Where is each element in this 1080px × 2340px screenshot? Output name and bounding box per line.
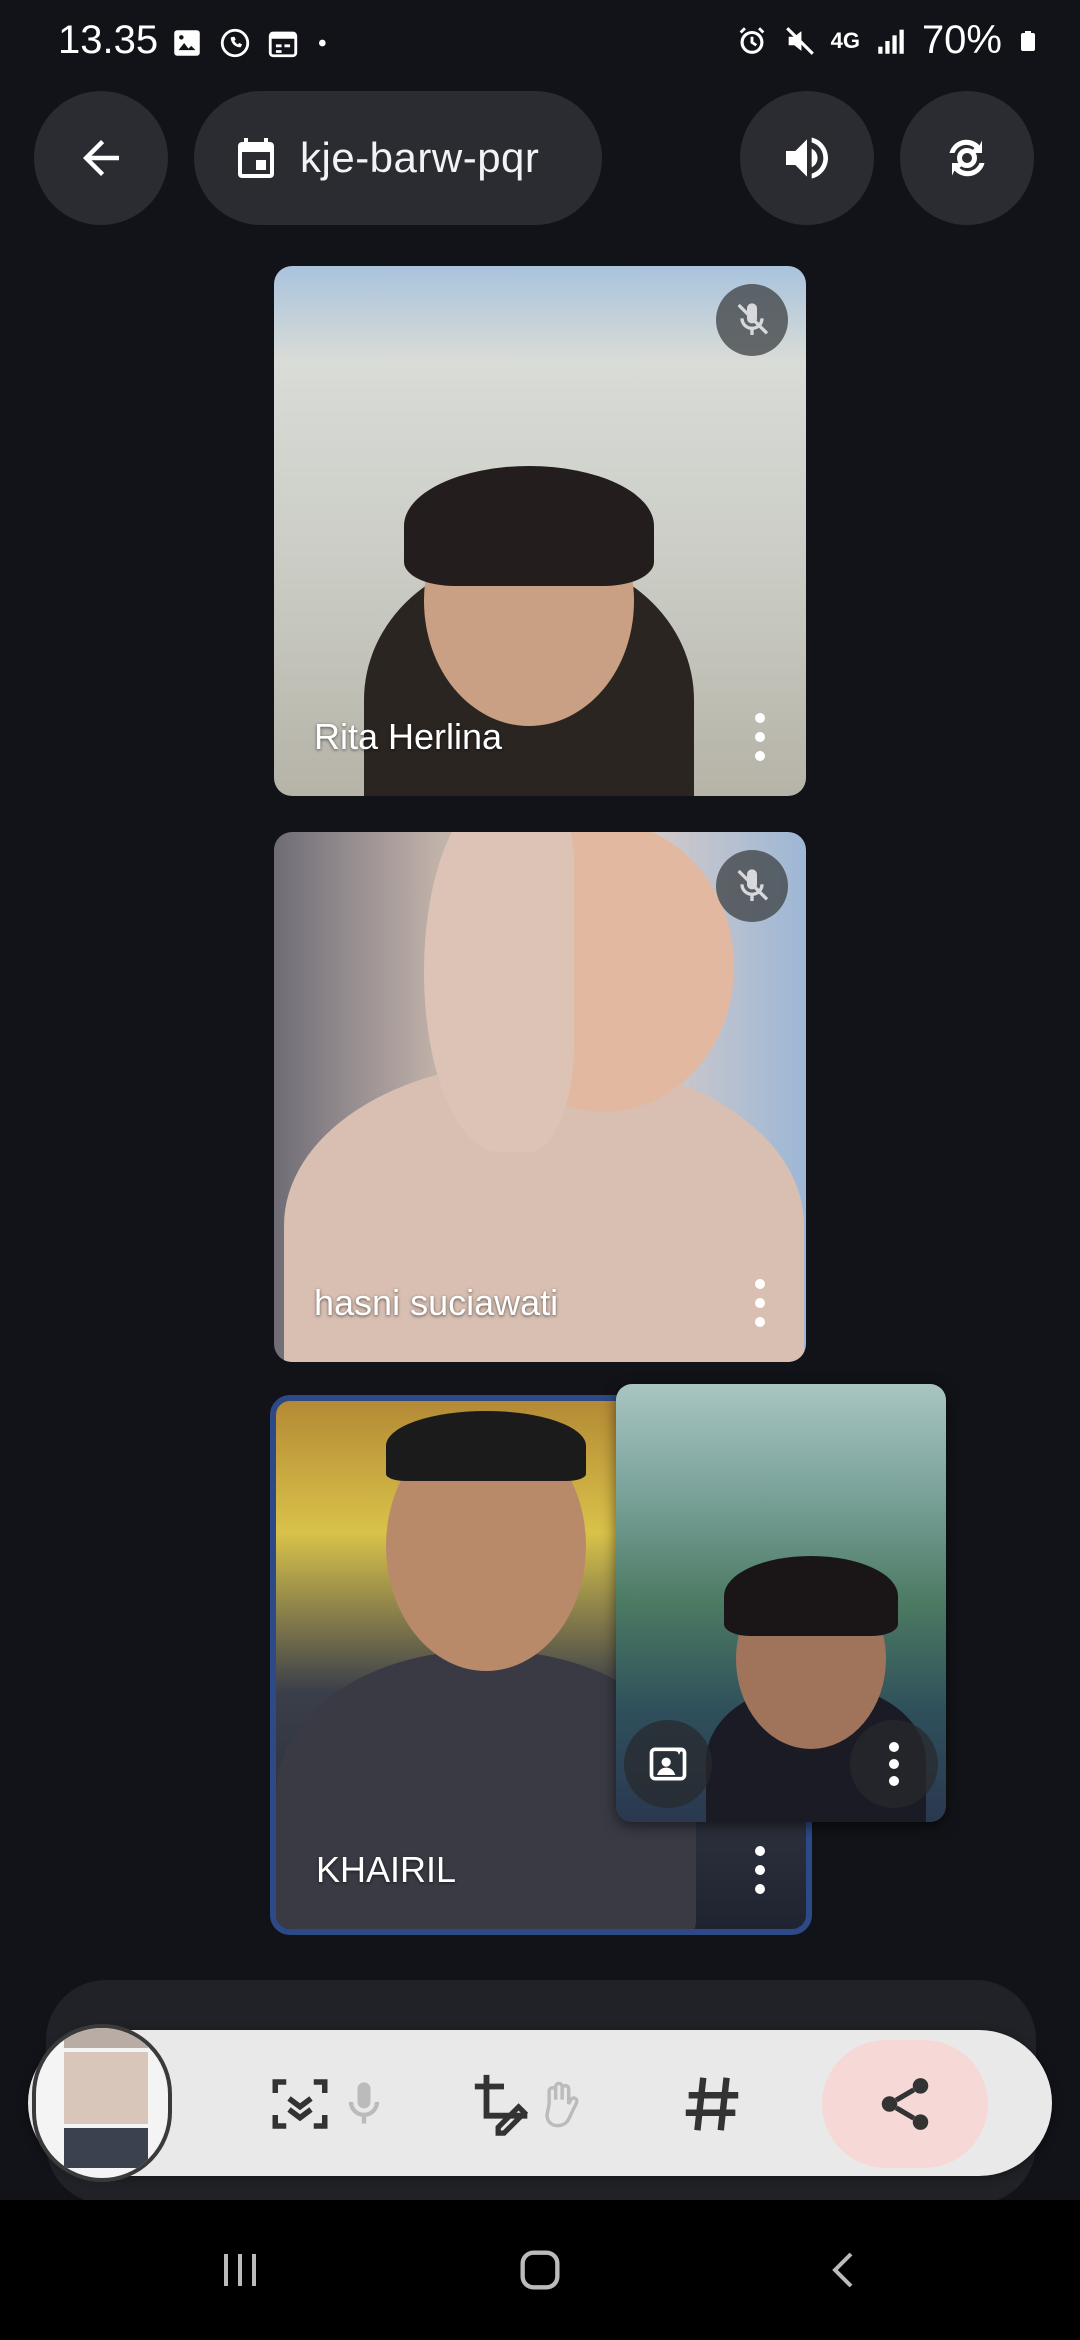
self-hair: [724, 1556, 898, 1636]
share-icon: [881, 2078, 929, 2130]
hashtag-button[interactable]: [670, 2062, 754, 2146]
participant-tile[interactable]: Rita Herlina: [274, 266, 806, 796]
calendar-icon: [238, 138, 274, 178]
hashtag-icon: [685, 2077, 739, 2131]
camera-flip-icon: [949, 139, 985, 177]
battery-icon: [1021, 30, 1035, 51]
more-options-icon[interactable]: [754, 1845, 766, 1895]
whatsapp-icon: [220, 28, 250, 58]
switch-camera-button[interactable]: [900, 91, 1034, 225]
raise-hand-behind: [518, 2062, 602, 2146]
participant-name: hasni suciawati: [314, 1282, 559, 1323]
signal-icon: [878, 29, 904, 54]
thumbnail-strip-mid: [64, 2052, 148, 2124]
status-right: 4G 70%: [735, 18, 1040, 63]
calendar-notif-icon: [268, 31, 298, 58]
recent-apps-button[interactable]: [210, 2242, 270, 2298]
network-type: 4G: [830, 27, 860, 53]
notification-icons: [170, 26, 334, 60]
back-nav-button[interactable]: [815, 2242, 875, 2298]
more-options-icon[interactable]: [754, 1278, 766, 1328]
mic-icon: [348, 2082, 380, 2124]
status-bar: 13.35 4G 70%: [0, 0, 1080, 84]
participant-tile[interactable]: hasni suciawati: [274, 832, 806, 1362]
participant-name: Rita Herlina: [314, 716, 503, 757]
meeting-info-pill[interactable]: kje-barw-pqr: [194, 91, 602, 225]
mute-volume-icon: [785, 26, 814, 55]
battery-percent: 70%: [921, 18, 1002, 62]
chevron-left-icon: [832, 2252, 853, 2288]
meeting-code: kje-barw-pqr: [300, 134, 540, 181]
speaker-icon: [786, 137, 828, 179]
muted-badge: [716, 284, 788, 356]
share-button[interactable]: [822, 2040, 988, 2168]
status-time: 13.35: [58, 18, 159, 62]
muted-badge: [716, 850, 788, 922]
participant-name: KHAIRIL: [316, 1849, 457, 1890]
raise-hand-icon: [545, 2081, 579, 2128]
effects-button[interactable]: [624, 1720, 712, 1808]
audio-output-button[interactable]: [740, 91, 874, 225]
system-nav-bar: [0, 2200, 1080, 2340]
participant-hair: [404, 466, 654, 586]
dot-icon: [319, 39, 326, 47]
screenshot-thumbnail[interactable]: [32, 2024, 172, 2182]
more-vert-icon: [889, 1742, 899, 1786]
home-icon: [520, 2250, 560, 2290]
gallery-icon: [174, 30, 200, 56]
arrow-left-icon: [83, 140, 119, 176]
more-options-icon[interactable]: [754, 712, 766, 762]
meet-call-screen: 13.35 4G 70% kje-barw-pqr Rita Herlina h…: [0, 0, 1080, 2340]
participant-hair: [386, 1411, 586, 1481]
thumbnail-strip-top: [64, 2028, 148, 2048]
self-view[interactable]: [616, 1384, 946, 1822]
self-more-button[interactable]: [850, 1720, 938, 1808]
home-button[interactable]: [510, 2242, 570, 2298]
alarm-icon: [739, 26, 764, 54]
back-button[interactable]: [34, 91, 168, 225]
thumbnail-strip-bottom: [64, 2128, 148, 2168]
recents-icon: [224, 2254, 256, 2286]
mic-off-icon: [737, 303, 769, 335]
portrait-effects-icon: [649, 1747, 687, 1781]
mic-button-behind: [322, 2062, 406, 2146]
mic-off-icon: [737, 869, 769, 901]
